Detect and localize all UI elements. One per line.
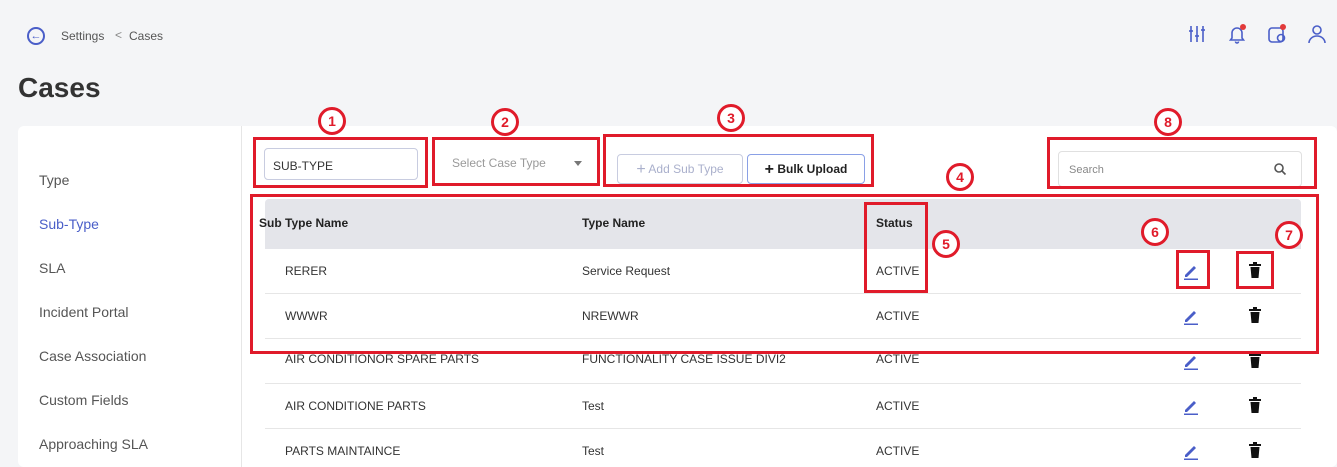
- annotation-badge: 2: [491, 108, 519, 136]
- cell-sub-type: AIR CONDITIONOR SPARE PARTS: [285, 352, 480, 366]
- annotation-badge: 5: [932, 230, 960, 258]
- cell-type: FUNCTIONALITY CASE ISSUE DIVI2: [582, 352, 786, 366]
- sidebar-item-type[interactable]: Type: [39, 172, 69, 188]
- sidebar-item-custom-fields[interactable]: Custom Fields: [39, 392, 128, 408]
- cell-status: ACTIVE: [876, 399, 920, 413]
- cell-sub-type: PARTS MAINTAINCE: [285, 444, 401, 458]
- annotation-badge: 4: [946, 163, 974, 191]
- user-icon[interactable]: [1307, 24, 1327, 44]
- highlight-box-1: [253, 137, 428, 188]
- table-row: PARTS MAINTAINCE Test ACTIVE: [265, 429, 1301, 467]
- back-icon[interactable]: ←: [27, 27, 45, 45]
- trash-icon[interactable]: [1248, 396, 1262, 414]
- annotation-badge: 8: [1154, 108, 1182, 136]
- sidebar-item-sub-type[interactable]: Sub-Type: [39, 216, 99, 232]
- highlight-box-3: [603, 134, 874, 187]
- annotation-badge: 3: [717, 104, 745, 132]
- highlight-box-2: [432, 137, 600, 186]
- cell-type: Test: [582, 399, 605, 413]
- trash-icon[interactable]: [1248, 441, 1262, 459]
- top-bar: ← Settings < Cases: [0, 0, 1337, 70]
- breadcrumb-current: Cases: [129, 29, 164, 43]
- sidebar-item-incident-portal[interactable]: Incident Portal: [39, 304, 129, 320]
- sidebar-item-approaching-sla[interactable]: Approaching SLA: [39, 436, 148, 452]
- annotation-badge: 1: [318, 107, 346, 135]
- header-icons: [1187, 24, 1327, 44]
- highlight-box-6: [1176, 250, 1210, 289]
- cell-status: ACTIVE: [876, 444, 920, 458]
- calendar-dot: [1280, 24, 1286, 30]
- cell-type: Test: [582, 444, 605, 458]
- notification-dot: [1240, 24, 1246, 30]
- settings-sidebar: Type Sub-Type SLA Incident Portal Case A…: [18, 126, 242, 467]
- annotation-badge: 7: [1275, 221, 1303, 249]
- cell-sub-type: AIR CONDITIONE PARTS: [285, 399, 426, 413]
- edit-icon[interactable]: [1182, 442, 1200, 460]
- edit-icon[interactable]: [1182, 352, 1200, 370]
- sliders-icon[interactable]: [1187, 24, 1207, 44]
- calendar-icon[interactable]: [1267, 24, 1287, 44]
- cell-status: ACTIVE: [876, 352, 920, 366]
- highlight-box-8: [1047, 137, 1317, 189]
- bell-icon[interactable]: [1227, 24, 1247, 44]
- edit-icon[interactable]: [1182, 397, 1200, 415]
- sidebar-item-sla[interactable]: SLA: [39, 260, 65, 276]
- highlight-box-7: [1236, 251, 1274, 289]
- breadcrumb-settings[interactable]: Settings: [61, 29, 104, 43]
- sidebar-item-case-association[interactable]: Case Association: [39, 348, 146, 364]
- highlight-box-5: [864, 202, 928, 293]
- table-row: AIR CONDITIONE PARTS Test ACTIVE: [265, 384, 1301, 429]
- page-title: Cases: [18, 72, 101, 103]
- annotation-badge: 6: [1141, 218, 1169, 246]
- breadcrumb-separator: <: [115, 28, 123, 42]
